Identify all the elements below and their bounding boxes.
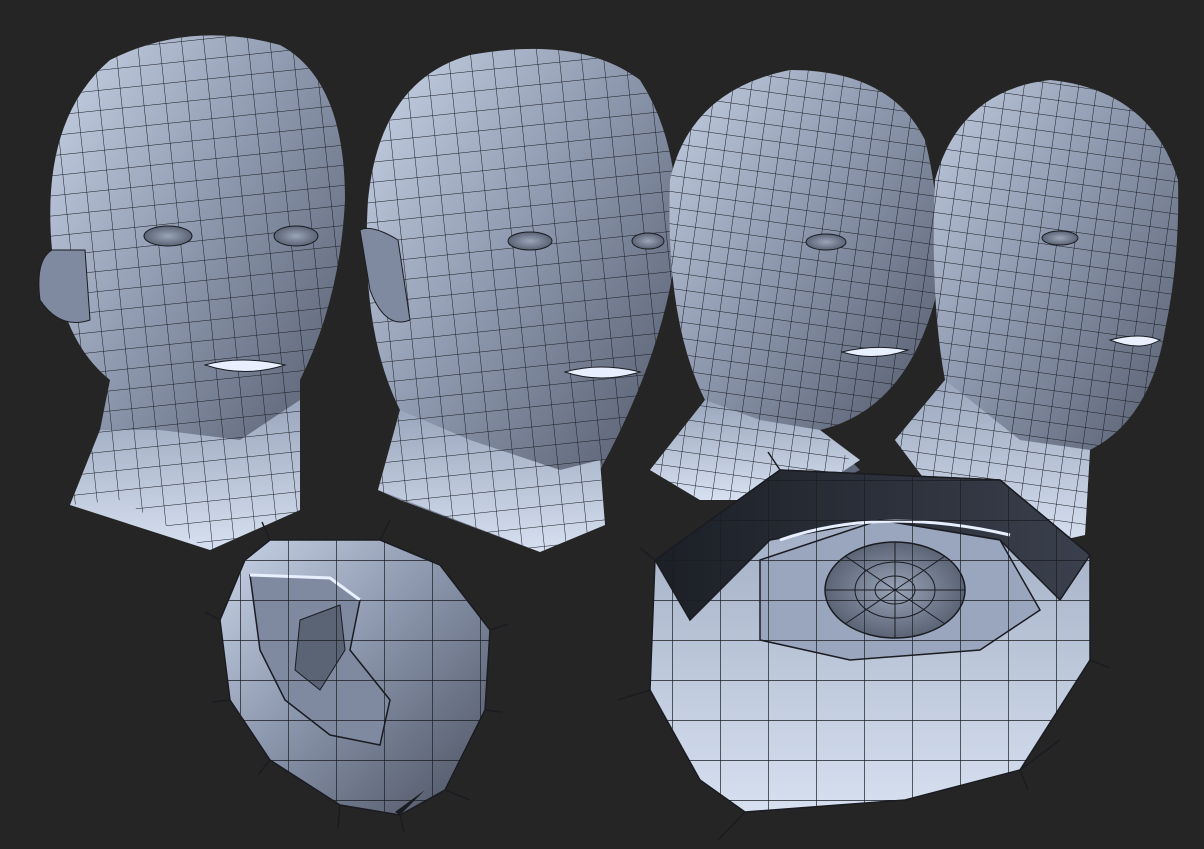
head-mesh-three-quarter: [359, 48, 677, 552]
render-canvas: [38, 35, 1179, 841]
head-mesh-profile: [895, 80, 1179, 545]
ear-mesh-closeup: [204, 519, 509, 833]
head-mesh-front: [38, 35, 346, 550]
eye-socket-mesh-closeup: [617, 451, 1111, 841]
render-viewport: [0, 0, 1204, 849]
head-mesh-side-quarter: [650, 70, 939, 500]
